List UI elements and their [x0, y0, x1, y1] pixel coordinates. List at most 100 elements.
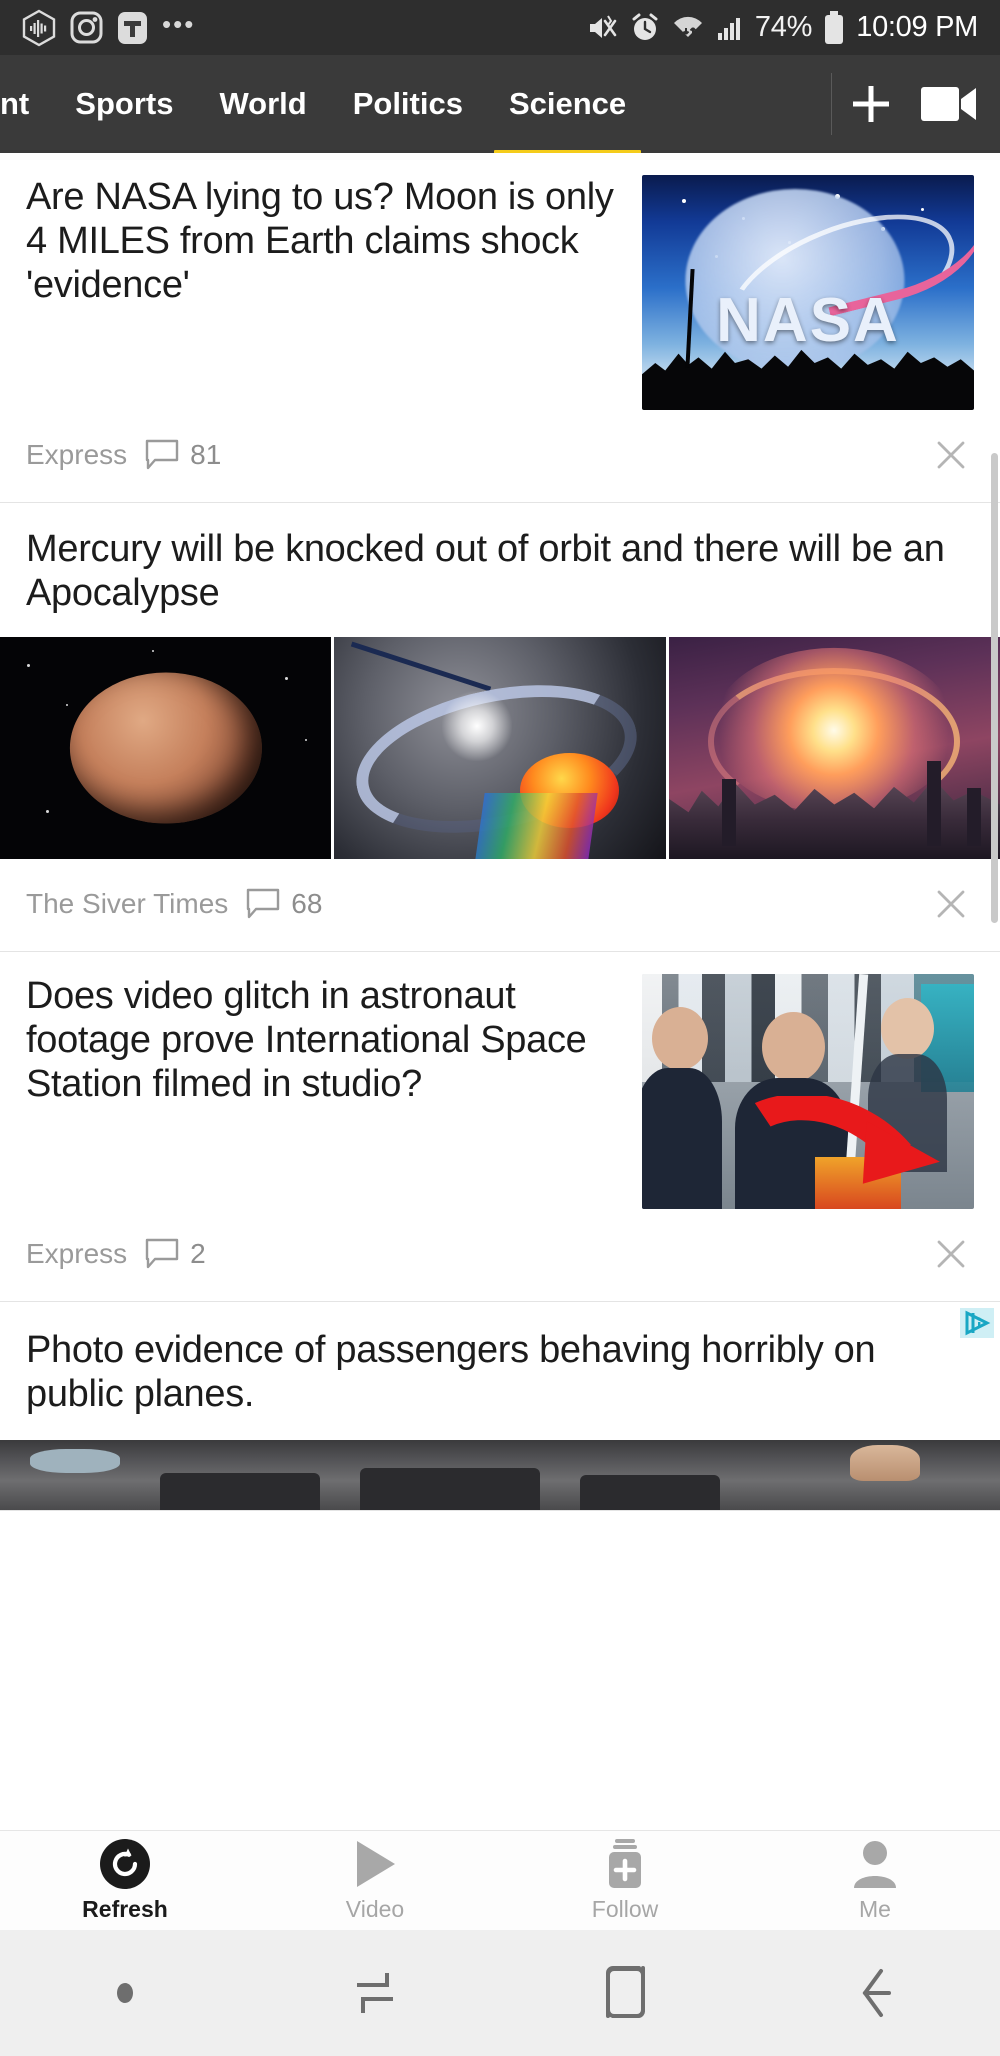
tower-decor [927, 761, 942, 846]
battery-percent-label: 74% [754, 11, 813, 43]
nasa-moon-trees-image: NASA [642, 175, 974, 410]
airplane-cabin-image [0, 1440, 1000, 1511]
tab-entertainment[interactable]: nt [0, 55, 52, 153]
tower-decor [721, 779, 736, 846]
article-headline: Photo evidence of passengers behaving ho… [26, 1329, 876, 1416]
tab-bar-actions [831, 73, 1000, 135]
astronaut-torso-decor [642, 1068, 722, 1210]
article-thumbnail[interactable] [0, 1440, 1000, 1511]
play-icon [351, 1839, 399, 1889]
tab-label: Politics [352, 86, 463, 121]
article-body: Are NASA lying to us? Moon is only 4 MIL… [0, 153, 1000, 410]
comment-group[interactable]: 2 [145, 1238, 206, 1270]
tab-world[interactable]: World [196, 55, 329, 153]
seat-decor [160, 1472, 320, 1511]
streak-decor [350, 641, 491, 692]
audio-waveform-app-icon [22, 9, 56, 47]
add-button[interactable] [832, 55, 910, 153]
prism-decor [475, 792, 598, 860]
cellular-signal-icon [716, 14, 744, 42]
bottom-nav-label: Refresh [82, 1895, 168, 1922]
astronaut-head-decor [881, 997, 935, 1059]
bottom-nav-item-refresh[interactable]: Refresh [0, 1838, 250, 1923]
strip-image-3[interactable] [668, 637, 1000, 860]
astronauts-iss-red-arrow-image [642, 974, 974, 1210]
dismiss-article-button[interactable] [928, 1231, 974, 1277]
bottom-nav-label: Video [345, 1895, 405, 1922]
dismiss-article-button[interactable] [928, 432, 974, 478]
comment-group[interactable]: 68 [246, 888, 322, 920]
back-icon[interactable] [750, 1963, 1000, 2023]
status-bar-right: 74% 10:09 PM [587, 10, 978, 45]
instagram-icon [70, 11, 103, 44]
comment-count: 81 [190, 439, 222, 470]
follow-plus-icon [602, 1838, 648, 1889]
article-card[interactable]: Are NASA lying to us? Moon is only 4 MIL… [0, 153, 1000, 503]
status-overflow-icon: ••• [162, 8, 196, 39]
comment-group[interactable]: 81 [145, 439, 221, 471]
dismiss-article-button[interactable] [928, 881, 974, 927]
tab-science[interactable]: Science [486, 55, 649, 153]
article-feed[interactable]: Are NASA lying to us? Moon is only 4 MIL… [0, 153, 1000, 1830]
article-meta: Express 2 [0, 1209, 1000, 1301]
comment-count: 2 [190, 1238, 206, 1270]
tab-politics[interactable]: Politics [330, 55, 486, 153]
article-thumbnail[interactable] [642, 974, 974, 1210]
category-tab-bar: nt Sports World Politics Science [0, 55, 1000, 153]
mercury-sphere-decor [69, 672, 262, 824]
wifi-icon [671, 14, 705, 42]
tab-label: Sports [75, 86, 174, 121]
astronaut-head-decor [761, 1011, 825, 1083]
article-headline: Are NASA lying to us? Moon is only 4 MIL… [26, 176, 614, 307]
tab-label: World [219, 86, 307, 121]
strip-image-1[interactable] [0, 637, 332, 860]
t-app-icon [117, 11, 148, 45]
strip-image-2[interactable] [334, 637, 666, 860]
alarm-icon [630, 13, 660, 43]
adchoices-icon[interactable] [960, 1308, 994, 1339]
notification-dot-icon[interactable] [0, 1978, 250, 2008]
bottom-nav-label: Me [859, 1895, 891, 1922]
sponsored-article-card[interactable]: Photo evidence of passengers behaving ho… [0, 1302, 1000, 1512]
bottom-nav-item-me[interactable]: Me [750, 1839, 1000, 1923]
comment-count: 68 [291, 888, 323, 920]
article-body: Does video glitch in astronaut footage p… [0, 952, 1000, 1210]
comment-bubble-icon [247, 888, 280, 919]
bottom-nav-item-follow[interactable]: Follow [500, 1838, 750, 1923]
person-icon [851, 1839, 899, 1889]
bottom-nav-item-video[interactable]: Video [250, 1839, 500, 1923]
article-card[interactable]: Mercury will be knocked out of orbit and… [0, 503, 1000, 953]
tab-sports[interactable]: Sports [52, 55, 196, 153]
mute-vibrate-icon [587, 13, 619, 43]
article-body: Mercury will be knocked out of orbit and… [0, 503, 1000, 615]
clock-label: 10:09 PM [856, 11, 978, 43]
refresh-icon [99, 1838, 151, 1889]
seat-decor [580, 1475, 720, 1511]
article-body: Photo evidence of passengers behaving ho… [0, 1302, 1000, 1416]
red-arrow-overlay-icon [754, 1093, 948, 1190]
video-camera-button[interactable] [910, 55, 988, 153]
seat-decor [360, 1468, 540, 1511]
apocalypse-city-image [668, 637, 1000, 860]
article-card[interactable]: Does video glitch in astronaut footage p… [0, 952, 1000, 1303]
article-source: The Siver Times [26, 888, 229, 920]
article-thumbnail[interactable]: NASA [642, 175, 974, 410]
comment-bubble-icon [145, 1238, 179, 1269]
article-meta: The Siver Times 68 [0, 859, 1000, 951]
status-bar-left: ••• [22, 9, 195, 47]
home-icon[interactable] [500, 1963, 750, 2023]
article-image-strip[interactable] [0, 637, 1000, 860]
article-source: Express [26, 439, 128, 470]
tab-label: Science [508, 86, 627, 121]
recents-icon[interactable] [250, 1965, 500, 2021]
category-tabs: nt Sports World Politics Science [0, 55, 831, 153]
article-headline: Does video glitch in astronaut footage p… [26, 975, 587, 1106]
bottom-nav-label: Follow [591, 1895, 659, 1922]
explosion-decor [711, 648, 957, 813]
android-navigation-bar [0, 1930, 1000, 2056]
article-meta: Express 81 [0, 410, 1000, 502]
orbital-collision-image [334, 637, 666, 860]
feed-scrollbar[interactable] [991, 453, 998, 923]
article-source: Express [26, 1238, 128, 1270]
tower-decor [966, 788, 981, 846]
